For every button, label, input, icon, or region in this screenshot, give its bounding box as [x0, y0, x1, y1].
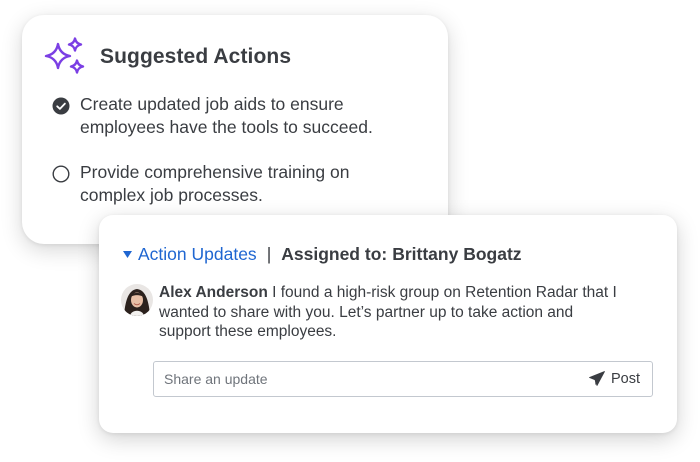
- caret-down-icon[interactable]: [123, 250, 132, 258]
- comment-body: Alex Anderson I found a high-risk group …: [159, 283, 629, 342]
- assigned-to-label: Assigned to:: [281, 244, 388, 264]
- share-update-input[interactable]: [154, 362, 574, 396]
- post-button[interactable]: Post: [589, 362, 640, 396]
- post-button-label: Post: [610, 371, 640, 387]
- share-update-box: Post: [153, 361, 653, 397]
- assignee-name: Brittany Bogatz: [392, 244, 522, 264]
- send-icon: [589, 371, 605, 386]
- avatar: [121, 284, 153, 316]
- sparkles-icon: [44, 37, 85, 74]
- action-updates-header: Action Updates | Assigned to: Brittany B…: [123, 243, 522, 265]
- action-updates-card: Action Updates | Assigned to: Brittany B…: [99, 215, 677, 433]
- header-separator: |: [266, 244, 272, 264]
- checked-circle-icon[interactable]: [52, 97, 70, 115]
- unchecked-circle-icon[interactable]: [52, 165, 70, 183]
- update-comment: Alex Anderson I found a high-risk group …: [121, 283, 629, 342]
- suggested-action-item: Provide comprehensive training on comple…: [52, 161, 410, 206]
- suggested-action-text: Create updated job aids to ensure employ…: [80, 94, 373, 137]
- suggested-action-text: Provide comprehensive training on comple…: [80, 162, 350, 205]
- suggested-actions-card: Suggested Actions Create updated job aid…: [22, 15, 448, 244]
- suggested-actions-title: Suggested Actions: [100, 45, 292, 68]
- suggested-action-item: Create updated job aids to ensure employ…: [52, 93, 410, 138]
- comment-author: Alex Anderson: [159, 284, 268, 301]
- action-updates-toggle[interactable]: Action Updates: [138, 243, 257, 265]
- suggested-actions-header: Suggested Actions: [44, 37, 291, 77]
